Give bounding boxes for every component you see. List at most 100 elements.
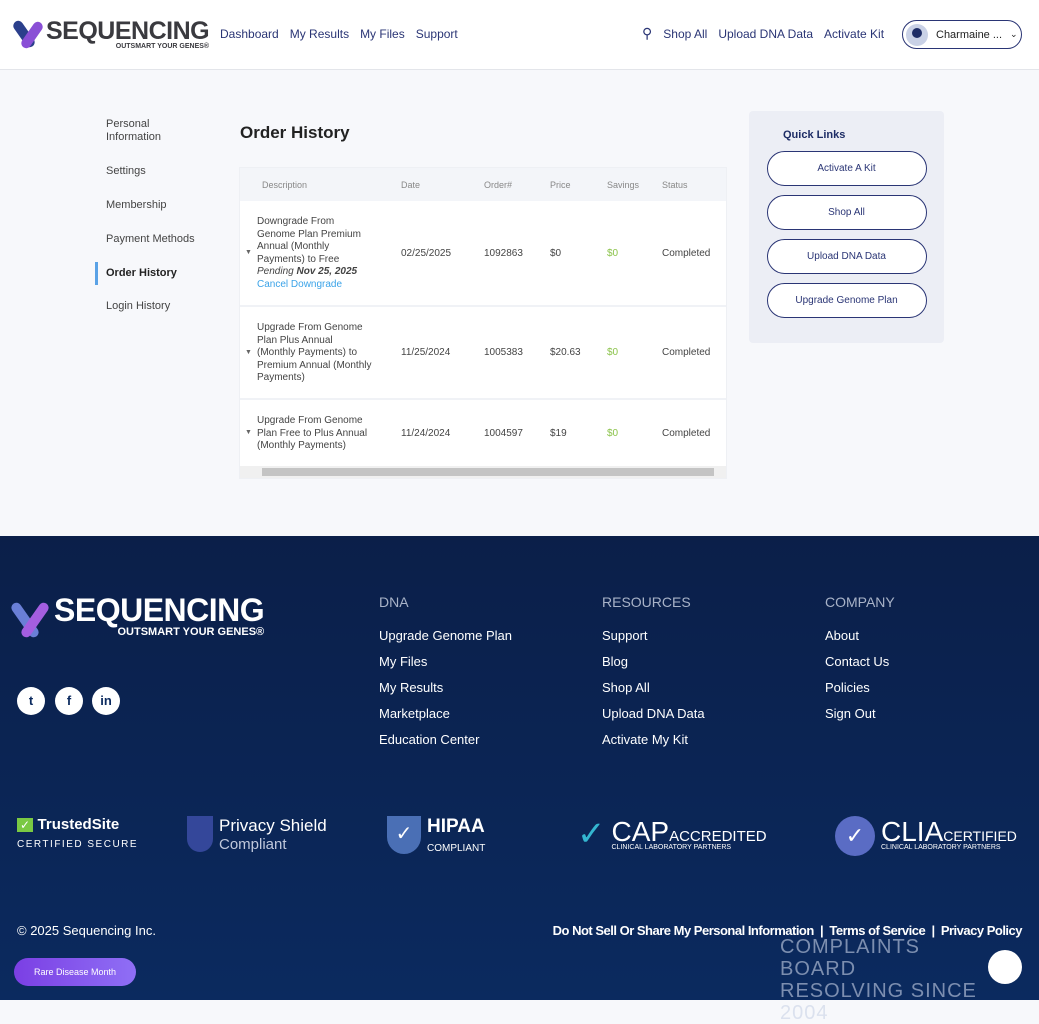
search-icon[interactable]: ⚲ <box>642 25 652 42</box>
scrollbar-thumb[interactable] <box>262 468 714 476</box>
privacy-shield-badge[interactable]: Privacy Shield Compliant <box>187 816 327 854</box>
watermark: COMPLAINTS BOARD RESOLVING SINCE 2004 <box>780 936 977 1024</box>
check-icon: ✓ <box>577 815 606 853</box>
col-order: Order# <box>484 180 513 190</box>
nav-my-results[interactable]: My Results <box>290 27 349 41</box>
nav-upload-dna[interactable]: Upload DNA Data <box>718 27 813 42</box>
cap-badge[interactable]: ✓ CAPACCREDITED CLINICAL LABORATORY PARTN… <box>577 816 767 852</box>
expand-caret-icon[interactable]: ▼ <box>245 429 252 436</box>
sidebar-item-settings[interactable]: Settings <box>95 165 215 178</box>
logo[interactable]: SEQUENCING OUTSMART YOUR GENES® <box>11 16 210 52</box>
logo-mark-icon <box>9 594 51 644</box>
page-title: Order History <box>240 123 350 142</box>
upload-dna-button[interactable]: Upload DNA Data <box>766 239 927 274</box>
shield-check-icon: ✓ <box>387 816 421 854</box>
twitter-icon[interactable]: t <box>17 687 45 715</box>
row-status: Completed <box>662 347 711 358</box>
upgrade-plan-button[interactable]: Upgrade Genome Plan <box>766 283 927 318</box>
footer-link[interactable]: Sign Out <box>825 706 895 721</box>
nav-dashboard[interactable]: Dashboard <box>220 27 279 41</box>
footer-link[interactable]: Contact Us <box>825 654 895 669</box>
sidebar: Personal Information Settings Membership… <box>95 118 215 334</box>
user-name: Charmaine ... <box>936 28 1003 41</box>
do-not-sell-link[interactable]: Do Not Sell Or Share My Personal Informa… <box>553 923 815 938</box>
brand-tagline: OUTSMART YOUR GENES® <box>115 42 210 50</box>
rare-disease-month-button[interactable]: Rare Disease Month <box>14 958 136 986</box>
check-circle-icon: ✓ <box>835 816 875 856</box>
sidebar-item-membership[interactable]: Membership <box>95 199 215 212</box>
footer-link[interactable]: My Results <box>379 680 512 695</box>
check-icon: ✓ <box>17 818 34 832</box>
nav-shop-all[interactable]: Shop All <box>663 27 707 42</box>
footer-company-title: COMPANY <box>825 594 895 610</box>
row-savings: $0 <box>607 428 619 439</box>
quick-links-panel: Quick Links Activate A Kit Shop All Uplo… <box>749 111 944 343</box>
nav-support[interactable]: Support <box>416 27 458 41</box>
col-description: Description <box>262 180 308 190</box>
row-savings: $0 <box>607 347 619 358</box>
header: SEQUENCING OUTSMART YOUR GENES® Dashboard… <box>0 0 1039 70</box>
clia-badge[interactable]: ✓ CLIACERTIFIED CLINICAL LABORATORY PARTN… <box>835 816 1017 856</box>
footer-link[interactable]: Shop All <box>602 680 705 695</box>
footer-link[interactable]: Policies <box>825 680 895 695</box>
row-date: 11/24/2024 <box>401 428 451 439</box>
linkedin-icon[interactable]: in <box>92 687 120 715</box>
nav-activate-kit[interactable]: Activate Kit <box>824 27 884 42</box>
row-description: Downgrade From Genome Plan Premium Annua… <box>257 216 361 265</box>
row-savings: $0 <box>607 248 619 259</box>
footer-link[interactable]: Upload DNA Data <box>602 706 705 721</box>
cancel-downgrade-link[interactable]: Cancel Downgrade <box>257 279 342 290</box>
expand-caret-icon[interactable]: ▼ <box>245 349 252 356</box>
pending-label: Pending <box>257 266 294 277</box>
row-status: Completed <box>662 428 711 439</box>
row-price: $0 <box>550 248 562 259</box>
sidebar-item-personal-information[interactable]: Personal Information <box>95 118 175 144</box>
user-menu[interactable]: Charmaine ... ⌄ <box>902 20 1022 49</box>
row-status: Completed <box>662 248 711 259</box>
nav-my-files[interactable]: My Files <box>360 27 405 41</box>
chat-support-icon[interactable] <box>988 950 1022 984</box>
table-row: ▼ Upgrade From Genome Plan Plus Annual (… <box>240 307 726 400</box>
sidebar-item-payment-methods[interactable]: Payment Methods <box>95 233 215 246</box>
hipaa-badge[interactable]: ✓ HIPAA COMPLIANT <box>387 816 485 856</box>
order-table: Description Date Order# Price Savings St… <box>239 167 727 479</box>
avatar <box>906 23 928 46</box>
facebook-icon[interactable]: f <box>55 687 83 715</box>
row-order: 1092863 <box>484 248 523 259</box>
footer-logo[interactable]: SEQUENCING OUTSMART YOUR GENES® <box>9 592 265 644</box>
row-date: 11/25/2024 <box>401 347 451 358</box>
footer-link[interactable]: Education Center <box>379 732 512 747</box>
row-price: $20.63 <box>550 347 581 358</box>
expand-caret-icon[interactable]: ▼ <box>245 249 252 256</box>
sidebar-item-order-history[interactable]: Order History <box>95 262 215 285</box>
row-description: Upgrade From Genome Plan Free to Plus An… <box>257 415 368 451</box>
pending-date: Nov 25, 2025 <box>296 266 358 277</box>
table-header: Description Date Order# Price Savings St… <box>240 168 726 201</box>
row-price: $19 <box>550 428 567 439</box>
row-description: Upgrade From Genome Plan Plus Annual (Mo… <box>257 322 372 383</box>
footer-link[interactable]: Blog <box>602 654 705 669</box>
row-order: 1004597 <box>484 428 523 439</box>
footer-link[interactable]: Upgrade Genome Plan <box>379 628 512 643</box>
brand-name: SEQUENCING <box>54 592 265 628</box>
col-price: Price <box>550 180 571 190</box>
col-status: Status <box>662 180 688 190</box>
table-row: ▼ Upgrade From Genome Plan Free to Plus … <box>240 400 726 466</box>
shop-all-button[interactable]: Shop All <box>766 195 927 230</box>
quick-links-title: Quick Links <box>783 129 846 141</box>
footer-link[interactable]: Marketplace <box>379 706 512 721</box>
footer-link[interactable]: My Files <box>379 654 512 669</box>
copyright: © 2025 Sequencing Inc. <box>17 923 156 938</box>
footer-link[interactable]: About <box>825 628 895 643</box>
col-date: Date <box>401 180 421 190</box>
footer-link[interactable]: Activate My Kit <box>602 732 705 747</box>
logo-mark-icon <box>11 16 45 52</box>
table-row: ▼ Downgrade From Genome Plan Premium Ann… <box>240 201 726 307</box>
sidebar-item-login-history[interactable]: Login History <box>95 300 215 313</box>
footer-link[interactable]: Support <box>602 628 705 643</box>
horizontal-scrollbar[interactable] <box>240 466 726 478</box>
brand-name: SEQUENCING <box>46 16 210 45</box>
activate-kit-button[interactable]: Activate A Kit <box>766 151 927 186</box>
trustedsite-badge[interactable]: ✓ TrustedSite CERTIFIED SECURE <box>17 816 138 856</box>
footer-resources-title: RESOURCES <box>602 594 691 610</box>
